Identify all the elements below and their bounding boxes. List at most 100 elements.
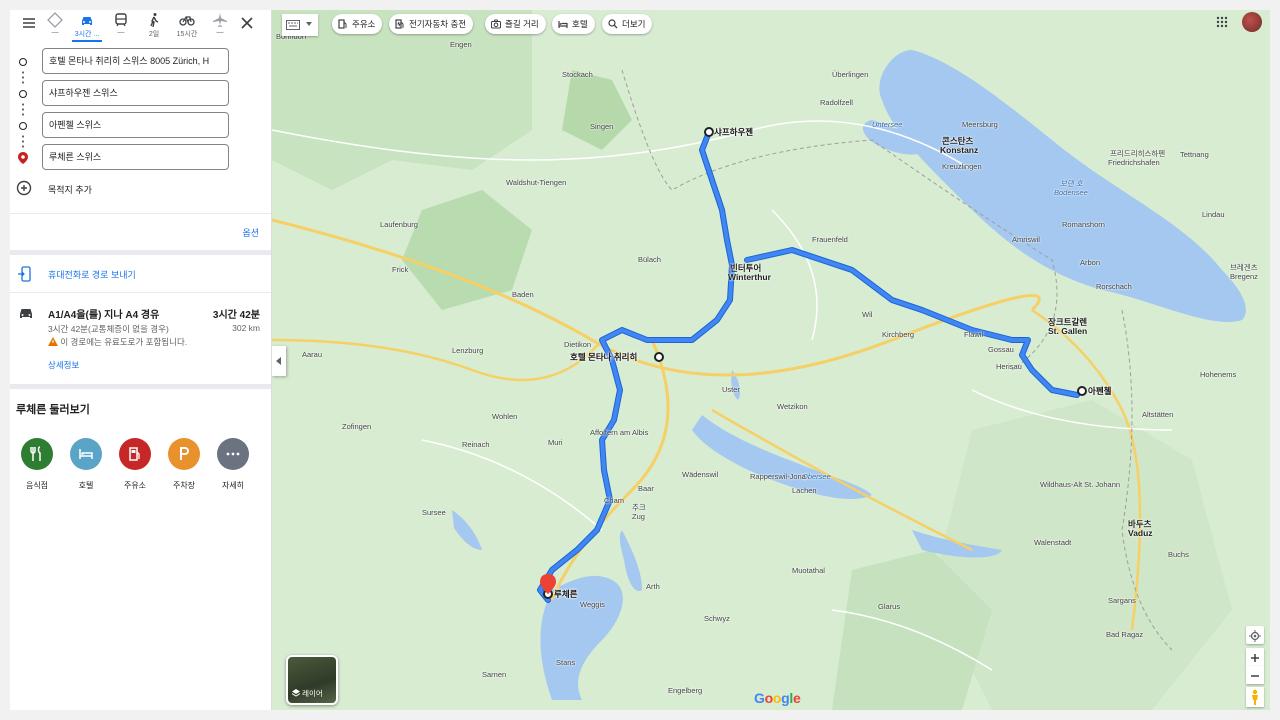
map-label: St. Gallen <box>1048 326 1088 336</box>
destination-pin-icon <box>18 152 28 164</box>
mode-walk-label: 2일 <box>148 31 160 38</box>
water-label: Obersee <box>802 472 831 481</box>
app-frame: — 3시간 ... — 2일 15시간 — 호텔 몬타나 취리히 스위스 800… <box>10 10 1270 710</box>
waypoint-icon <box>19 122 27 130</box>
waypoint-marker-schaffhausen[interactable] <box>704 127 714 137</box>
explore-parking[interactable]: 주차장 <box>162 438 206 491</box>
active-mode-indicator <box>72 40 102 42</box>
ev-charging-icon <box>395 19 404 29</box>
apps-grid-icon[interactable] <box>1216 16 1228 28</box>
origin-input[interactable]: 호텔 몬타나 취리히 스위스 8005 Zürich, H <box>42 48 229 74</box>
map-base <box>272 10 1270 710</box>
mode-bike[interactable]: 15시간 <box>172 12 202 42</box>
water-label: Bodensee <box>1054 188 1088 197</box>
destination-input[interactable]: 루체른 스위스 <box>42 144 229 170</box>
explore-hotels[interactable]: 호텔 <box>64 438 108 491</box>
my-location-icon <box>1249 629 1261 642</box>
map-label: Singen <box>590 122 614 131</box>
pegman-icon <box>1252 689 1258 705</box>
mode-transit[interactable]: — <box>106 12 136 42</box>
divider <box>10 384 271 389</box>
layers-text: 레이어 <box>302 689 323 698</box>
map-label: Laufenburg <box>380 220 418 229</box>
water-label: Untersee <box>872 120 903 129</box>
zoom-out-button[interactable] <box>1246 666 1264 684</box>
street-view-button[interactable] <box>1246 687 1264 707</box>
map-label: Lenzburg <box>452 346 484 355</box>
directions-panel: — 3시간 ... — 2일 15시간 — 호텔 몬타나 취리히 스위스 800… <box>10 10 272 710</box>
details-link[interactable]: 상세정보 <box>48 359 79 371</box>
mode-car-label: 3시간 ... <box>74 31 100 38</box>
send-to-phone-icon <box>18 266 31 282</box>
mode-car[interactable]: 3시간 ... <box>72 12 102 42</box>
map-label: Sursee <box>422 508 446 517</box>
explore-parking-label: 주차장 <box>172 481 196 490</box>
map-label: Wil <box>862 310 873 319</box>
route-subtitle: 3시간 42분(교통체증이 없을 경우) <box>48 324 169 334</box>
hotel-icon <box>70 438 102 470</box>
map-label: Vaduz <box>1128 528 1153 538</box>
map-label: Konstanz <box>940 145 979 155</box>
toll-warning-text: 이 경로에는 유료도로가 포함됩니다. <box>60 337 188 347</box>
zoom-in-button[interactable] <box>1246 648 1264 666</box>
map-label: Wetzikon <box>777 402 808 411</box>
map-label: Uster <box>722 385 740 394</box>
chip-things-to-do[interactable]: 즐길 거리 <box>485 14 546 34</box>
map-label: Sarnen <box>482 670 507 679</box>
map-label: Wädenswil <box>682 470 719 479</box>
explore-gas-stations[interactable]: 주유소 <box>113 438 157 491</box>
search-icon <box>608 19 618 29</box>
my-location-button[interactable] <box>1246 626 1264 644</box>
close-icon[interactable] <box>238 14 256 32</box>
explore-restaurants[interactable]: 음식점 <box>15 438 59 491</box>
map-label: Überlingen <box>832 70 869 79</box>
chip-label: 호텔 <box>572 19 588 29</box>
chip-hotels[interactable]: 호텔 <box>552 14 595 34</box>
mode-best[interactable]: — <box>40 12 70 42</box>
mode-best-label: — <box>51 29 59 36</box>
route-label-lucerne: 루체른 <box>554 589 578 599</box>
send-to-phone-button[interactable]: 휴대전화로 경로 보내기 <box>16 266 266 286</box>
map-label: Wildhaus-Alt St. Johann <box>1040 480 1121 489</box>
route-connector <box>22 102 24 118</box>
train-icon <box>115 13 127 27</box>
route-option-card[interactable]: A1/A4을(를) 지나 A4 경유 3시간 42분 3시간 42분(교통체증이… <box>16 302 266 382</box>
parking-icon <box>168 438 200 470</box>
gas-station-icon <box>119 438 151 470</box>
chip-label: 즐길 거리 <box>505 19 539 29</box>
map-canvas[interactable]: 콘스탄츠 Konstanz 빈터투어 Winterthur 장크트갈렌 St. … <box>272 10 1270 710</box>
map-label: Radolfzell <box>820 98 853 107</box>
options-button[interactable]: 옵션 <box>242 226 259 239</box>
car-icon <box>82 17 92 25</box>
map-label: Buchs <box>1168 550 1189 559</box>
map-label: Aarau <box>302 350 323 359</box>
waypoint-input-2[interactable]: 아펜첼 스위스 <box>42 112 229 138</box>
more-icon <box>217 438 249 470</box>
map-label: Tettnang <box>1180 150 1209 159</box>
map-label: Stockach <box>562 70 593 79</box>
mode-flight-label: — <box>216 29 224 36</box>
explore-restaurants-label: 음식점 <box>25 481 49 490</box>
menu-icon[interactable] <box>20 14 38 32</box>
map-label: Cham <box>604 496 625 505</box>
map-label: Bregenz <box>1230 272 1258 281</box>
map-label: Muotathal <box>792 566 825 575</box>
chevron-left-icon <box>276 356 281 365</box>
input-tools-button[interactable] <box>282 14 318 36</box>
avatar[interactable] <box>1242 12 1262 32</box>
mode-walk[interactable]: 2일 <box>139 12 169 42</box>
chip-gas-stations[interactable]: 주유소 <box>332 14 383 34</box>
map-label: Engelberg <box>668 686 703 695</box>
explore-more[interactable]: 자세히 <box>211 438 255 491</box>
chip-more[interactable]: 더보기 <box>602 14 653 34</box>
map-label: Sargans <box>1108 596 1136 605</box>
chip-ev-charging[interactable]: 전기자동차 충전 <box>389 14 474 34</box>
layers-button[interactable]: 레이어 <box>286 655 338 705</box>
waypoint-marker-zurich[interactable] <box>654 352 664 362</box>
mode-flight[interactable]: — <box>205 12 235 42</box>
waypoint-input-1[interactable]: 샤프하우젠 스위스 <box>42 80 229 106</box>
collapse-panel-button[interactable] <box>272 346 286 376</box>
waypoint-marker-appenzell[interactable] <box>1077 386 1087 396</box>
explore-gas-stations-label: 주유소 <box>123 481 147 490</box>
map-label: Dietikon <box>564 340 592 349</box>
